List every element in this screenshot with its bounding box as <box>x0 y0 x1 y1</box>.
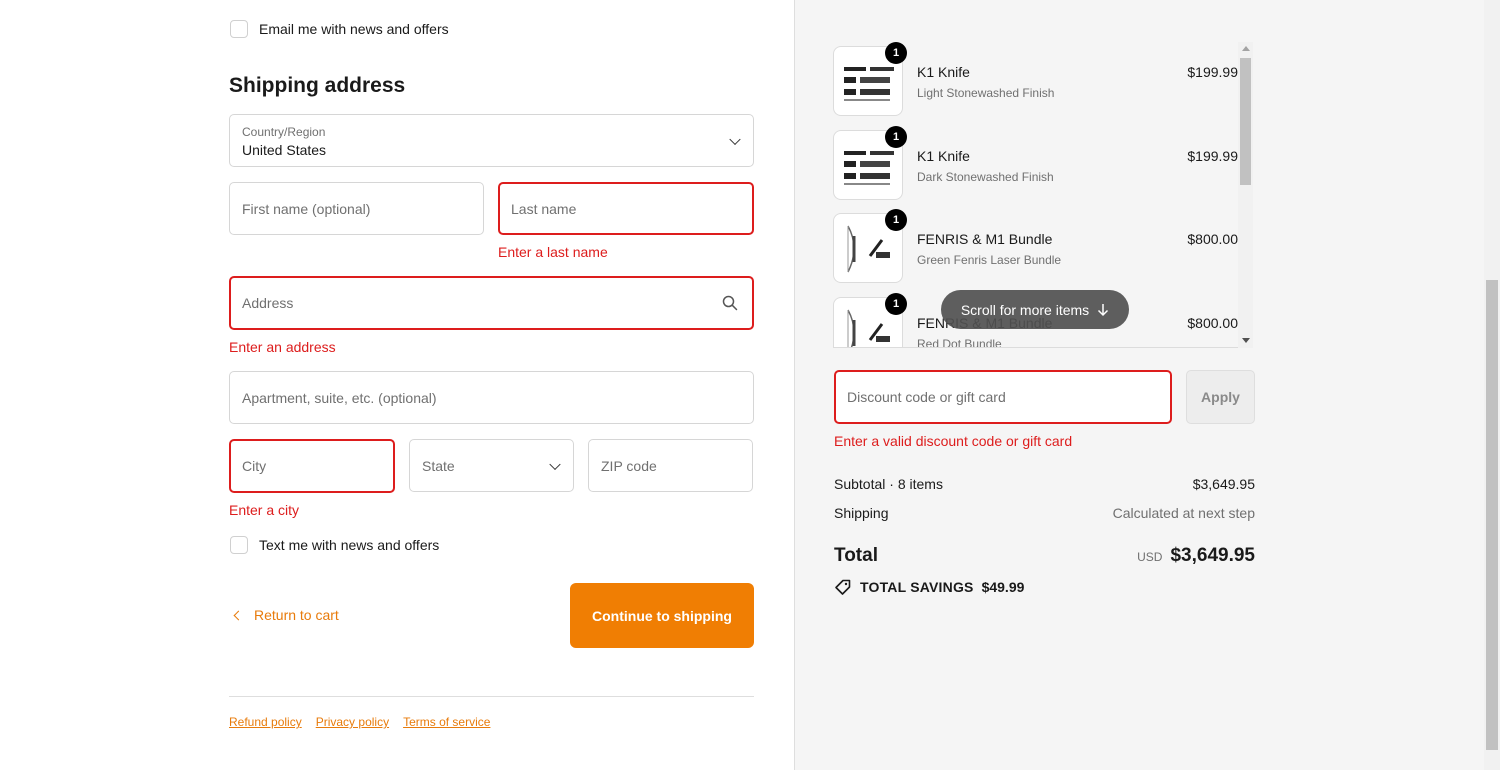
item-name: K1 Knife <box>917 148 970 164</box>
first-name-placeholder: First name (optional) <box>242 200 371 217</box>
item-variant: Light Stonewashed Finish <box>917 86 1055 100</box>
discount-code-placeholder: Discount code or gift card <box>847 389 1006 405</box>
savings-value: $49.99 <box>981 579 1025 595</box>
tag-icon <box>835 579 851 595</box>
subtotal-value: $3,649.95 <box>1192 476 1255 492</box>
list-item: 1 K1 Knife Light Stonewashed Finish $199… <box>833 42 1238 116</box>
terms-of-service-link[interactable]: Terms of service <box>403 715 490 729</box>
city-placeholder: City <box>242 458 267 474</box>
email-optin-label: Email me with news and offers <box>259 21 449 37</box>
scroll-hint-label: Scroll for more items <box>960 301 1090 318</box>
state-select[interactable]: State <box>409 439 574 492</box>
total-label: Total <box>834 545 878 566</box>
email-optin-checkbox[interactable] <box>230 20 248 38</box>
quantity-badge: 1 <box>885 42 907 64</box>
last-name-placeholder: Last name <box>511 200 577 217</box>
item-variant: Dark Stonewashed Finish <box>917 170 1054 184</box>
discount-code-error: Enter a valid discount code or gift card <box>834 433 1073 449</box>
chevron-down-icon <box>729 133 741 145</box>
last-name-error: Enter a last name <box>498 244 608 260</box>
discount-code-field[interactable]: Discount code or gift card <box>834 370 1172 424</box>
arrow-down-icon <box>1098 303 1109 316</box>
items-scrollbar[interactable] <box>1238 42 1253 348</box>
sms-optin-label: Text me with news and offers <box>259 537 440 553</box>
item-price: $199.99 <box>1187 148 1238 164</box>
quantity-badge: 1 <box>885 126 907 148</box>
search-icon <box>722 295 738 311</box>
subtotal-label: Subtotal · 8 items <box>834 476 943 492</box>
first-name-field[interactable]: First name (optional) <box>229 182 484 235</box>
chevron-left-icon <box>233 610 244 620</box>
country-select[interactable]: Country/Region United States <box>229 114 754 167</box>
apartment-placeholder: Apartment, suite, etc. (optional) <box>242 389 437 406</box>
savings-label: TOTAL SAVINGS <box>860 579 974 595</box>
scroll-for-more-items-button[interactable]: Scroll for more items <box>941 290 1129 329</box>
zip-placeholder: ZIP code <box>601 457 657 474</box>
country-label: Country/Region <box>242 125 326 139</box>
return-to-cart-link[interactable]: Return to cart <box>231 607 339 623</box>
list-item: 1 FENRIS & M1 Bundle Green Fenris Laser … <box>833 209 1238 283</box>
shipping-row: Shipping Calculated at next step <box>834 505 1255 521</box>
scroll-up-arrow-icon[interactable] <box>1242 46 1250 51</box>
checkout-form-panel: Email me with news and offers Shipping a… <box>0 0 794 770</box>
scroll-down-arrow-icon[interactable] <box>1242 338 1250 343</box>
total-row: Total USD $3,649.95 <box>834 545 1255 567</box>
page-scrollbar-thumb[interactable] <box>1486 280 1498 750</box>
total-savings: TOTAL SAVINGS $49.99 <box>834 578 1024 596</box>
item-name: FENRIS & M1 Bundle <box>917 231 1053 247</box>
shipping-address-title: Shipping address <box>229 74 406 97</box>
total-amount: USD $3,649.95 <box>1137 545 1255 567</box>
country-value: United States <box>242 142 327 158</box>
chevron-down-icon <box>549 458 561 470</box>
items-list-divider <box>833 347 1238 348</box>
total-value: $3,649.95 <box>1170 545 1255 566</box>
items-scrollbar-thumb[interactable] <box>1240 58 1251 185</box>
item-price: $199.99 <box>1187 64 1238 80</box>
footer-divider <box>229 696 754 697</box>
email-optin-row[interactable]: Email me with news and offers <box>230 20 449 38</box>
item-price: $800.00 <box>1187 315 1238 331</box>
privacy-policy-link[interactable]: Privacy policy <box>316 715 389 729</box>
item-price: $800.00 <box>1187 231 1238 247</box>
city-field[interactable]: City <box>229 439 395 493</box>
address-placeholder: Address <box>242 295 294 311</box>
address-error: Enter an address <box>229 339 336 355</box>
sms-optin-checkbox[interactable] <box>230 536 248 554</box>
list-item: 1 K1 Knife Dark Stonewashed Finish $199.… <box>833 126 1238 200</box>
item-variant: Green Fenris Laser Bundle <box>917 253 1062 267</box>
apartment-field[interactable]: Apartment, suite, etc. (optional) <box>229 371 754 424</box>
zip-field[interactable]: ZIP code <box>588 439 753 492</box>
return-to-cart-label: Return to cart <box>254 607 339 623</box>
footer-links: Refund policy Privacy policy Terms of se… <box>229 715 490 729</box>
subtotal-row: Subtotal · 8 items $3,649.95 <box>834 476 1255 492</box>
sms-optin-row[interactable]: Text me with news and offers <box>230 536 439 554</box>
last-name-field[interactable]: Last name <box>498 182 754 235</box>
shipping-label: Shipping <box>834 505 889 521</box>
apply-discount-button[interactable]: Apply <box>1186 370 1255 424</box>
quantity-badge: 1 <box>885 209 907 231</box>
state-placeholder: State <box>422 457 455 474</box>
page-scrollbar[interactable] <box>1484 0 1500 770</box>
item-name: K1 Knife <box>917 64 970 80</box>
address-field[interactable]: Address <box>229 276 754 330</box>
shipping-value: Calculated at next step <box>1112 505 1255 521</box>
quantity-badge: 1 <box>885 293 907 315</box>
refund-policy-link[interactable]: Refund policy <box>229 715 302 729</box>
city-error: Enter a city <box>229 502 300 518</box>
currency-code: USD <box>1137 550 1163 564</box>
continue-to-shipping-button[interactable]: Continue to shipping <box>570 583 754 648</box>
